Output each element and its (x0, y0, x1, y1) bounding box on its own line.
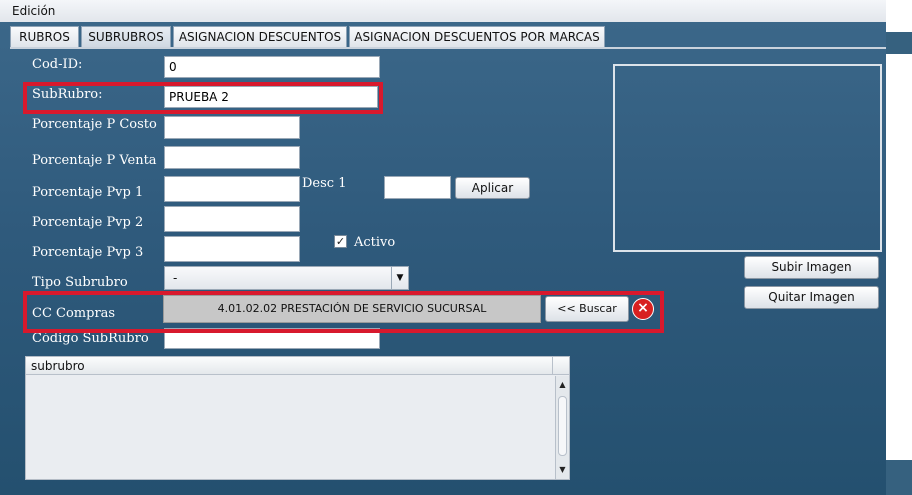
tab-asignacion-descuentos[interactable]: ASIGNACION DESCUENTOS (173, 26, 347, 47)
pct-costo-input[interactable] (164, 116, 300, 139)
pct-pvp2-label: Porcentaje Pvp 2 (32, 215, 144, 230)
subrubro-highlight (23, 82, 383, 114)
subir-imagen-button[interactable]: Subir Imagen (744, 256, 879, 279)
tipo-subrubro-select[interactable]: - ▼ (164, 266, 409, 290)
scroll-thumb[interactable] (558, 396, 567, 456)
tab-asignacion-descuentos-marcas[interactable]: ASIGNACION DESCUENTOS POR MARCAS (349, 26, 605, 47)
scroll-up-icon[interactable]: ▲ (556, 378, 569, 392)
table-header[interactable]: subrubro (26, 357, 569, 375)
image-preview (613, 64, 882, 252)
cod-id-label: Cod-ID: (32, 57, 83, 72)
quitar-imagen-button[interactable]: Quitar Imagen (744, 286, 879, 309)
pct-costo-label: Porcentaje P Costo (32, 117, 157, 132)
pct-pvp1-input[interactable] (164, 176, 300, 202)
pct-venta-label: Porcentaje P Venta (32, 153, 157, 168)
pct-venta-input[interactable] (164, 146, 300, 169)
scroll-down-icon[interactable]: ▼ (556, 463, 569, 477)
subrubro-table: subrubro ▲ ▼ (25, 356, 570, 480)
cod-id-input[interactable]: 0 (164, 56, 380, 78)
activo-label: Activo (354, 235, 396, 250)
menu-edicion[interactable]: Edición (12, 4, 55, 18)
activo-checkbox[interactable]: ✓ (334, 235, 347, 248)
tab-rubros[interactable]: RUBROS (10, 26, 79, 47)
tab-underline (10, 47, 886, 49)
tipo-subrubro-label: Tipo Subrubro (32, 275, 128, 290)
pct-pvp1-label: Porcentaje Pvp 1 (32, 185, 144, 200)
column-subrubro[interactable]: subrubro (31, 359, 85, 373)
window-edge-band-bottom (886, 460, 912, 495)
codigo-subrubro-label: Código SubRubro (32, 331, 149, 346)
tab-subrubros[interactable]: SUBRUBROS (81, 26, 171, 47)
menu-bar: Edición (0, 0, 886, 23)
cc-compras-highlight (23, 291, 664, 333)
desc1-input[interactable] (384, 176, 451, 199)
vertical-scrollbar[interactable]: ▲ ▼ (555, 376, 569, 479)
tipo-subrubro-value: - (173, 271, 178, 285)
chevron-down-icon[interactable]: ▼ (391, 267, 408, 289)
window-edge-band (886, 32, 912, 54)
pct-pvp3-input[interactable] (164, 236, 300, 262)
header-divider (552, 357, 553, 375)
pct-pvp2-input[interactable] (164, 206, 300, 232)
window-edge (886, 0, 912, 495)
desc1-label: Desc 1 (302, 176, 347, 191)
pct-pvp3-label: Porcentaje Pvp 3 (32, 245, 144, 260)
aplicar-button[interactable]: Aplicar (455, 177, 530, 199)
